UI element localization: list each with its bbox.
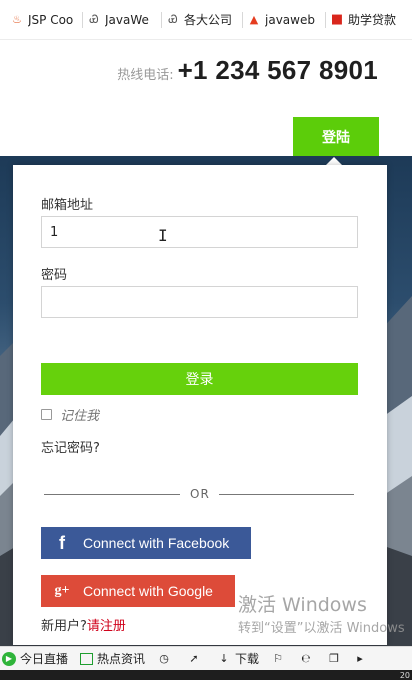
text-cursor-icon: I (158, 226, 168, 245)
live-broadcast-button[interactable]: ▶ 今日直播 (2, 650, 68, 667)
facebook-login-button[interactable]: f Connect with Facebook (41, 527, 251, 559)
password-field[interactable] (41, 286, 358, 318)
facebook-label: Connect with Facebook (83, 535, 230, 551)
gauge-icon: ◷ (159, 651, 169, 665)
mute-button[interactable]: ▸ (353, 652, 371, 666)
email-field[interactable] (41, 216, 358, 248)
ie-icon: ℮ (301, 651, 311, 665)
download-label: 下载 (235, 652, 260, 666)
bookmark-jsp[interactable]: ♨ JSP Coo (6, 0, 82, 40)
bookmark-label: javaweb (265, 12, 315, 27)
hotline-label: 热线电话: (117, 68, 174, 83)
hotline-number: +1 234 567 8901 (177, 55, 378, 85)
email-label: 邮箱地址 (41, 198, 94, 213)
google-plus-icon: g+ (54, 583, 70, 598)
windows-activation-title: 激活 Windows (238, 594, 367, 616)
flag-button[interactable]: ⚐ (271, 652, 289, 666)
news-label: 热点资讯 (97, 652, 146, 666)
bookmarks-bar: ♨ JSP Coo Ꮿ JavaWe Ꮿ 各大公司 ▲ javaweb ■ 助学… (0, 0, 412, 40)
submit-login-button[interactable]: 登录 (41, 363, 358, 395)
or-divider-right (219, 494, 354, 495)
bookmark-label: JavaWe (105, 12, 149, 27)
forgot-password-link[interactable]: 忘记密码? (41, 437, 100, 456)
facebook-icon: f (59, 532, 65, 553)
flame-icon: ▲ (249, 12, 259, 26)
play-icon: ▶ (2, 651, 16, 666)
bookmark-label: 助学贷款 (348, 13, 397, 27)
google-login-button[interactable]: g+ Connect with Google (41, 575, 235, 607)
tools-button[interactable]: ➚ (187, 652, 205, 666)
bookmark-student-loan[interactable]: ■ 助学贷款 (326, 0, 404, 40)
remember-me[interactable]: 记住我 (41, 405, 99, 424)
jsp-icon: ♨ (12, 12, 22, 26)
browser-status-bar: ▶ 今日直播 热点资讯 ◷ ➚ ↓ 下载 ⚐ ℮ ❐ ▸ (0, 646, 412, 670)
new-user-prompt: 新用户?请注册 (41, 615, 126, 634)
news-icon (80, 652, 94, 665)
speed-button[interactable]: ◷ (157, 652, 175, 666)
pin-icon: ➚ (189, 651, 199, 665)
bookmark-javaweb[interactable]: ▲ javaweb (243, 0, 325, 40)
link-icon: Ꮿ (89, 12, 99, 26)
taskbar-clock: 20 (399, 671, 410, 680)
square-red-icon: ■ (330, 11, 344, 27)
or-text: OR (190, 487, 210, 501)
nav-login-button[interactable]: 登陆 (293, 117, 379, 156)
remember-checkbox[interactable] (41, 409, 52, 420)
download-icon: ↓ (219, 651, 229, 665)
window-icon: ❐ (329, 651, 339, 665)
password-label: 密码 (41, 268, 68, 283)
link-icon: Ꮿ (168, 12, 178, 26)
flag-icon: ⚐ (273, 651, 283, 665)
hot-news-button[interactable]: 热点资讯 (80, 650, 145, 667)
new-user-text: 新用户? (41, 619, 87, 634)
google-label: Connect with Google (83, 583, 213, 599)
bookmark-companies[interactable]: Ꮿ 各大公司 (162, 0, 242, 40)
bookmark-label: JSP Coo (28, 12, 74, 27)
windows-activation-subtitle: 转到“设置”以激活 Windows (238, 621, 405, 636)
register-link[interactable]: 请注册 (87, 619, 126, 634)
remember-label: 记住我 (60, 409, 100, 424)
bookmark-label: 各大公司 (184, 13, 233, 27)
hotline: 热线电话: +1 234 567 8901 (117, 55, 378, 86)
taskbar (0, 670, 412, 680)
ie-button[interactable]: ℮ (299, 652, 317, 666)
live-label: 今日直播 (20, 652, 69, 666)
or-divider-left (44, 494, 180, 495)
window-button[interactable]: ❐ (327, 652, 345, 666)
download-button[interactable]: ↓ 下载 (217, 650, 259, 667)
speaker-icon: ▸ (357, 651, 363, 665)
bookmark-javawe[interactable]: Ꮿ JavaWe (83, 0, 161, 40)
